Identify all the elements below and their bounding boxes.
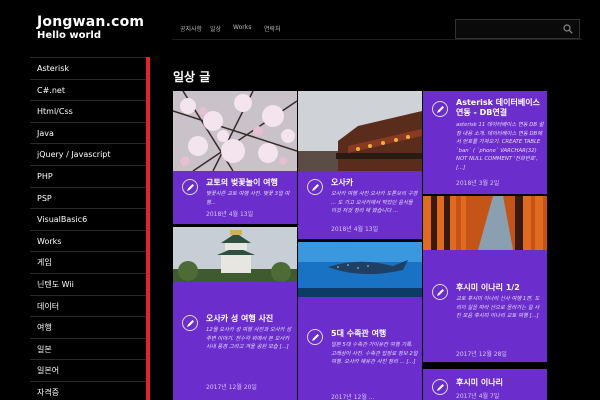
post-excerpt: 벚꽃시즌 교토 여행 사진. 벚꽃 3일 여행... bbox=[206, 191, 290, 206]
sidebar-item-certificate[interactable]: 자격증 bbox=[30, 382, 150, 400]
post-title[interactable]: 후시미 이나리 bbox=[456, 377, 544, 388]
post-title[interactable]: 교토의 벚꽃놀이 여행 bbox=[206, 177, 294, 188]
nav-item-notice[interactable]: 공지사항 bbox=[180, 24, 202, 33]
post-thumbnail[interactable] bbox=[298, 242, 422, 297]
nav-item-daily[interactable]: 일상 bbox=[210, 24, 221, 33]
sidebar-item-works[interactable]: Works bbox=[30, 231, 150, 253]
sidebar: Jongwan.com Hello world Asterisk C#.net … bbox=[0, 0, 150, 400]
post-date: 2017년 4월 7일 bbox=[456, 393, 500, 400]
post-date: 2017년 12월 ... bbox=[331, 394, 375, 400]
pencil-icon bbox=[307, 179, 323, 195]
sidebar-item-html-css[interactable]: Html/Css bbox=[30, 101, 150, 123]
post-title[interactable]: 오사카 성 여행 사진 bbox=[206, 313, 294, 324]
sidebar-item-csharp[interactable]: C#.net bbox=[30, 80, 150, 102]
post-thumbnail[interactable] bbox=[423, 196, 547, 250]
post-card[interactable]: Asterisk 데이터베이스 연동 - DB연결 asterisk 11 데이… bbox=[423, 91, 547, 194]
post-card[interactable]: 교토의 벚꽃놀이 여행 벚꽃시즌 교토 여행 사진. 벚꽃 3일 여행... 2… bbox=[173, 91, 297, 224]
nav-item-contact[interactable]: 연락처 bbox=[264, 24, 281, 33]
sidebar-item-jquery[interactable]: jQuery / Javascript bbox=[30, 144, 150, 166]
post-title[interactable]: 오사카 bbox=[331, 177, 419, 188]
post-thumbnail[interactable] bbox=[298, 91, 422, 171]
site-title[interactable]: Jongwan.com bbox=[37, 14, 144, 30]
post-thumbnail[interactable] bbox=[173, 91, 297, 171]
post-date: 2018년 3월 2일 bbox=[456, 180, 500, 187]
post-card[interactable]: 오사카 성 여행 사진 12월 오사카 성 여행 사진과 오사카 성 주변 이야… bbox=[173, 227, 297, 400]
post-date: 2017년 12월 28일 bbox=[456, 351, 507, 358]
post-title[interactable]: 5대 수족관 여행 bbox=[331, 328, 419, 339]
sidebar-item-psp[interactable]: PSP bbox=[30, 188, 150, 210]
sidebar-item-japanese[interactable]: 일본어 bbox=[30, 360, 150, 382]
pencil-icon bbox=[307, 329, 323, 345]
sidebar-item-data[interactable]: 데이터 bbox=[30, 296, 150, 318]
post-date: 2017년 12월 20일 bbox=[206, 384, 257, 391]
post-date: 2018년 4월 13일 bbox=[331, 226, 379, 233]
post-date: 2018년 4월 13일 bbox=[206, 211, 254, 218]
sidebar-item-travel[interactable]: 여행 bbox=[30, 317, 150, 339]
page-title: 일상 글 bbox=[173, 70, 211, 84]
post-card[interactable]: 오사카 오사카 여행 사진 오사카 도톤보리 구경 ... 도 가고 오사카에서… bbox=[298, 91, 422, 239]
site-subtitle: Hello world bbox=[37, 30, 101, 41]
sidebar-item-php[interactable]: PHP bbox=[30, 166, 150, 188]
sidebar-menu: Asterisk C#.net Html/Css Java jQuery / J… bbox=[30, 57, 150, 400]
nav-item-works[interactable]: Works bbox=[233, 24, 251, 31]
sidebar-item-java[interactable]: Java bbox=[30, 123, 150, 145]
post-title[interactable]: 후시미 이나리 1/2 bbox=[456, 282, 544, 293]
post-excerpt: 오사카 여행 사진 오사카 도톤보리 구경 ... 도 가고 오사카에서 먹었던… bbox=[331, 191, 418, 214]
sidebar-item-wii[interactable]: 닌텐도 Wii bbox=[30, 274, 150, 296]
search-icon[interactable] bbox=[563, 24, 573, 34]
post-card[interactable]: 후시미 이나리 2017년 4월 7일 bbox=[423, 369, 547, 400]
pencil-icon bbox=[182, 179, 198, 195]
post-excerpt: 교토 후시미 이나리 신사 여행 1편. 도리이 길을 따라 산으로 올라가는 … bbox=[456, 296, 540, 319]
post-thumbnail[interactable] bbox=[173, 227, 297, 282]
pencil-icon bbox=[432, 284, 448, 300]
post-excerpt: 일본 5대 수족관 가이유칸 여행 기록. 고래상어 사진. 수족관 입장료 정… bbox=[331, 342, 418, 365]
sidebar-item-asterisk[interactable]: Asterisk bbox=[30, 58, 150, 80]
post-card[interactable]: 후시미 이나리 1/2 교토 후시미 이나리 신사 여행 1편. 도리이 길을 … bbox=[423, 196, 547, 362]
pencil-icon bbox=[182, 315, 198, 331]
post-title[interactable]: Asterisk 데이터베이스 연동 - DB연결 bbox=[456, 98, 544, 118]
post-excerpt: 12월 오사카 성 여행 사진과 오사카 성 주변 이야기. 천수각 위에서 본… bbox=[206, 327, 292, 350]
search-input[interactable] bbox=[455, 19, 580, 39]
post-card[interactable]: 5대 수족관 여행 일본 5대 수족관 가이유칸 여행 기록. 고래상어 사진.… bbox=[298, 242, 422, 400]
post-excerpt: asterisk 11 데이터베이스 연동 DB 설정 내용 소개. 데이터베이… bbox=[456, 122, 544, 171]
sidebar-item-vb6[interactable]: VisualBasic6 bbox=[30, 209, 150, 231]
pencil-icon bbox=[432, 101, 448, 117]
sidebar-item-japan[interactable]: 일본 bbox=[30, 339, 150, 361]
sidebar-scroll-accent bbox=[146, 57, 150, 400]
pencil-icon bbox=[432, 379, 448, 395]
sidebar-item-game[interactable]: 게임 bbox=[30, 252, 150, 274]
